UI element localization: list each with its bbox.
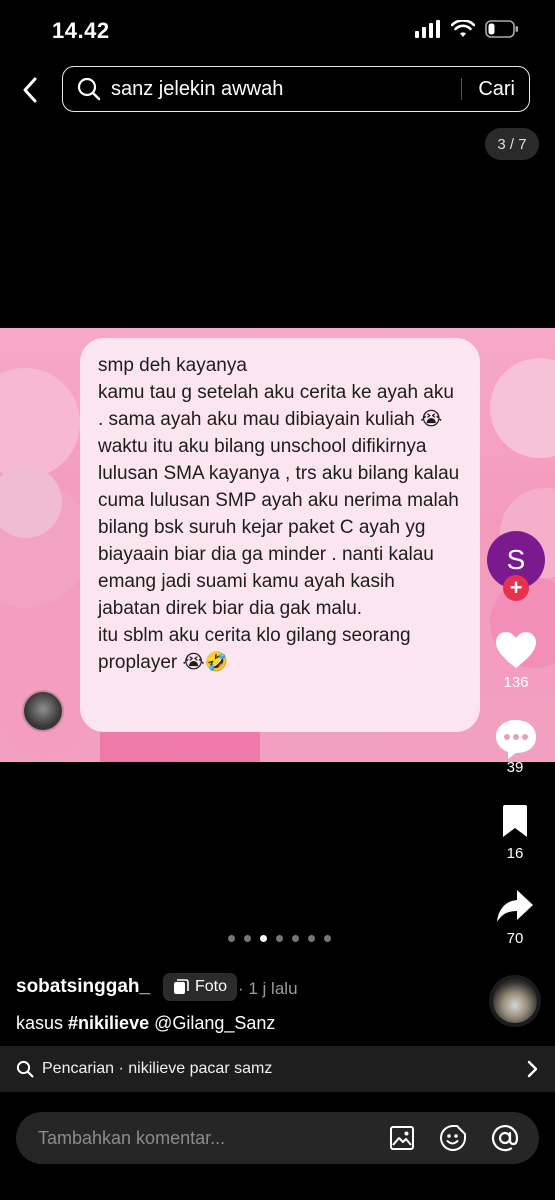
carousel-dots [228, 935, 331, 942]
chevron-left-icon [23, 77, 37, 103]
share-count: 70 [506, 930, 524, 947]
comment-composer [16, 1112, 539, 1164]
search-divider [461, 78, 463, 100]
save-button[interactable] [500, 804, 530, 843]
carousel-dot[interactable] [244, 935, 251, 942]
caption-hashtag[interactable]: #nikilieve [68, 1013, 149, 1033]
music-disc[interactable] [489, 975, 541, 1027]
search-bar[interactable]: sanz jelekin awwah Cari [62, 66, 530, 112]
carousel-dot[interactable] [292, 935, 299, 942]
status-icons [415, 20, 519, 38]
carousel-dot[interactable] [324, 935, 331, 942]
chevron-right-icon [527, 1060, 538, 1078]
comment-input[interactable] [36, 1126, 389, 1150]
carousel-dot-active[interactable] [260, 935, 267, 942]
wifi-icon [451, 20, 475, 37]
carousel-dot[interactable] [308, 935, 315, 942]
like-button[interactable] [494, 630, 538, 675]
chat-avatar [22, 690, 64, 732]
search-icon [77, 77, 111, 101]
bookmark-icon [503, 805, 527, 837]
page-indicator: 3 / 7 [485, 128, 539, 160]
chat-message-bubble: smp deh kayanya kamu tau g setelah aku c… [80, 338, 480, 732]
carousel-dot[interactable] [228, 935, 235, 942]
carousel-dot[interactable] [276, 935, 283, 942]
share-arrow-icon [497, 890, 533, 922]
search-query[interactable]: sanz jelekin awwah [111, 78, 461, 101]
heart-icon [496, 632, 536, 668]
share-button[interactable] [496, 888, 534, 929]
save-count: 16 [506, 845, 524, 862]
follow-button[interactable]: + [503, 575, 529, 601]
post-type-label: Foto [195, 978, 228, 995]
mention-icon[interactable] [491, 1124, 519, 1152]
status-time: 14.42 [52, 18, 110, 43]
photo-stack-icon [174, 979, 189, 994]
message-line: kamu tau g setelah aku cerita ke ayah ak… [98, 382, 454, 430]
comment-button[interactable] [494, 718, 538, 765]
message-line: smp deh kayanya [98, 355, 247, 376]
signal-icon [415, 20, 440, 38]
search-submit-button[interactable]: Cari [478, 78, 515, 101]
emoji-icon[interactable] [439, 1124, 467, 1152]
message-line: itu sblm aku cerita klo gilang seorang p… [98, 625, 411, 673]
comment-icon [496, 720, 536, 759]
post-username[interactable]: sobatsinggah_ [16, 976, 150, 998]
caption-mention[interactable]: @Gilang_Sanz [149, 1013, 275, 1033]
image-icon[interactable] [389, 1125, 415, 1151]
search-icon [16, 1060, 34, 1078]
search-suggestion-text: Pencarian · nikilieve pacar samz [42, 1060, 273, 1077]
post-type-chip: Foto [163, 973, 238, 1001]
comment-count: 39 [506, 759, 524, 776]
like-count: 136 [503, 674, 529, 691]
post-caption: kasus #nikilieve @Gilang_Sanz [16, 1013, 275, 1034]
back-button[interactable] [14, 72, 46, 108]
search-suggestion-bar[interactable]: Pencarian · nikilieve pacar samz [0, 1046, 555, 1092]
caption-text: kasus [16, 1013, 69, 1033]
battery-icon [485, 20, 518, 38]
post-time: · 1 j lalu [238, 979, 298, 998]
message-line: waktu itu aku bilang unschool difikirnya… [98, 436, 460, 619]
